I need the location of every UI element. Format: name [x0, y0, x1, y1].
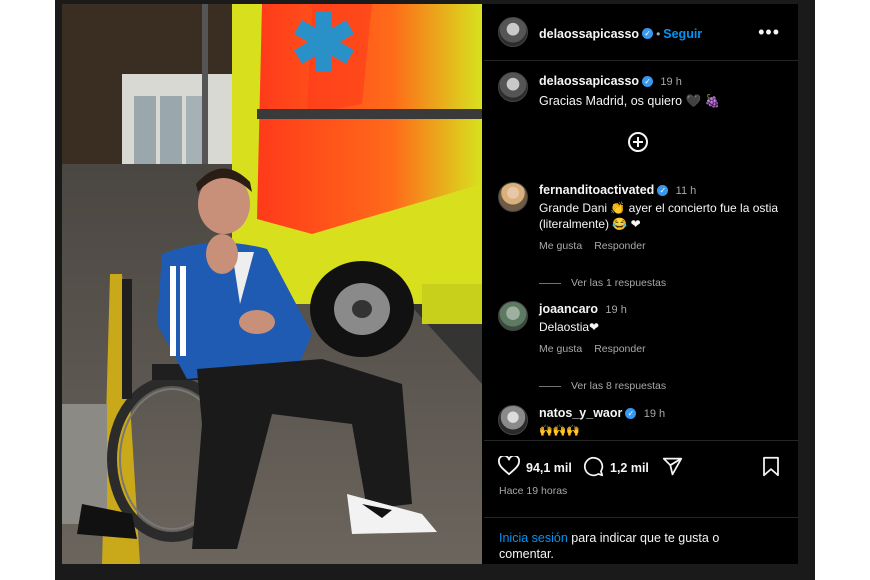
verified-badge-icon: ✓ [657, 185, 669, 197]
comment-like-button[interactable]: Me gusta [539, 240, 582, 252]
send-icon[interactable] [662, 456, 683, 477]
comment-avatar[interactable] [498, 182, 528, 212]
comment-avatar[interactable] [498, 301, 528, 331]
comment-text: 🙌🙌🙌 [539, 425, 581, 437]
comment-bubble-icon[interactable] [583, 456, 604, 477]
post-photo-illustration [62, 4, 482, 564]
comment-text: Delaostia❤ [539, 320, 600, 334]
comment-username[interactable]: joaancaro [539, 302, 598, 316]
view-replies-label: Ver las 1 respuestas [571, 277, 667, 289]
instagram-post: delaossapicasso ✓ • Seguir ••• delaossapica… [62, 4, 798, 564]
comment-actions: Me gusta Responder [539, 238, 784, 254]
post-header: delaossapicasso ✓ • Seguir ••• [484, 4, 798, 61]
author-avatar[interactable] [498, 17, 528, 47]
replies-divider [539, 282, 561, 284]
comment-like-button[interactable]: Me gusta [539, 343, 582, 355]
comment-text: Grande Dani 👏 ayer el concierto fue la o… [539, 201, 779, 231]
bookmark-icon[interactable] [762, 456, 780, 477]
follow-button[interactable]: Seguir [663, 27, 702, 41]
comment-actions: Me gusta Responder [539, 341, 784, 357]
comment-body: joaancaro 19 h Delaostia❤ Me gusta Respon… [539, 301, 784, 357]
comment-body: natos_y_waor ✓ 19 h 🙌🙌🙌 [539, 405, 784, 439]
comment-reply-button[interactable]: Responder [594, 343, 645, 355]
view-replies-button[interactable]: Ver las 1 respuestas [539, 277, 666, 289]
verified-badge-icon: ✓ [642, 76, 654, 88]
replies-divider [539, 385, 561, 387]
post-action-bar: 94,1 mil 1,2 mil Hace 19 horas Inicia se… [484, 440, 798, 564]
login-prompt: Inicia sesión para indicar que te gusta … [484, 517, 798, 564]
caption-time: 19 h [660, 76, 682, 88]
caption-text: Gracias Madrid, os quiero 🖤 🍇 [539, 94, 721, 108]
more-options-icon[interactable]: ••• [758, 22, 780, 43]
caption-avatar[interactable] [498, 72, 528, 102]
caption-username[interactable]: delaossapicasso [539, 74, 639, 88]
comment-avatar[interactable] [498, 405, 528, 435]
comment-username[interactable]: fernanditoactivated [539, 183, 654, 197]
view-replies-button[interactable]: Ver las 8 respuestas [539, 380, 666, 392]
author-username[interactable]: delaossapicasso [539, 27, 639, 41]
likes-count[interactable]: 94,1 mil [526, 461, 572, 475]
caption-body: delaossapicasso ✓ 19 h Gracias Madrid, os… [539, 73, 784, 109]
comment-username[interactable]: natos_y_waor [539, 406, 622, 420]
login-prompt-text: Inicia sesión para indicar que te gusta … [499, 530, 749, 562]
header-separator: • [656, 27, 661, 41]
verified-badge-icon: ✓ [625, 408, 637, 420]
comment-body: fernanditoactivated ✓ 11 h Grande Dani 👏 … [539, 182, 784, 254]
post-sidebar: delaossapicasso ✓ • Seguir ••• delaossapica… [484, 4, 798, 564]
view-replies-label: Ver las 8 respuestas [571, 380, 667, 392]
comments-count[interactable]: 1,2 mil [610, 461, 649, 475]
comment-time: 19 h [643, 408, 666, 420]
header-user-line: delaossapicasso ✓ • Seguir [539, 25, 702, 43]
heart-icon[interactable] [498, 456, 520, 476]
comment-time: 19 h [605, 304, 627, 316]
post-timestamp: Hace 19 horas [499, 485, 568, 497]
comment-time: 11 h [675, 185, 697, 197]
add-circle-icon[interactable] [628, 132, 648, 152]
verified-badge-icon: ✓ [642, 28, 654, 40]
login-link[interactable]: Inicia sesión [499, 531, 568, 545]
post-photo[interactable] [62, 4, 482, 564]
comment-reply-button[interactable]: Responder [594, 240, 645, 252]
